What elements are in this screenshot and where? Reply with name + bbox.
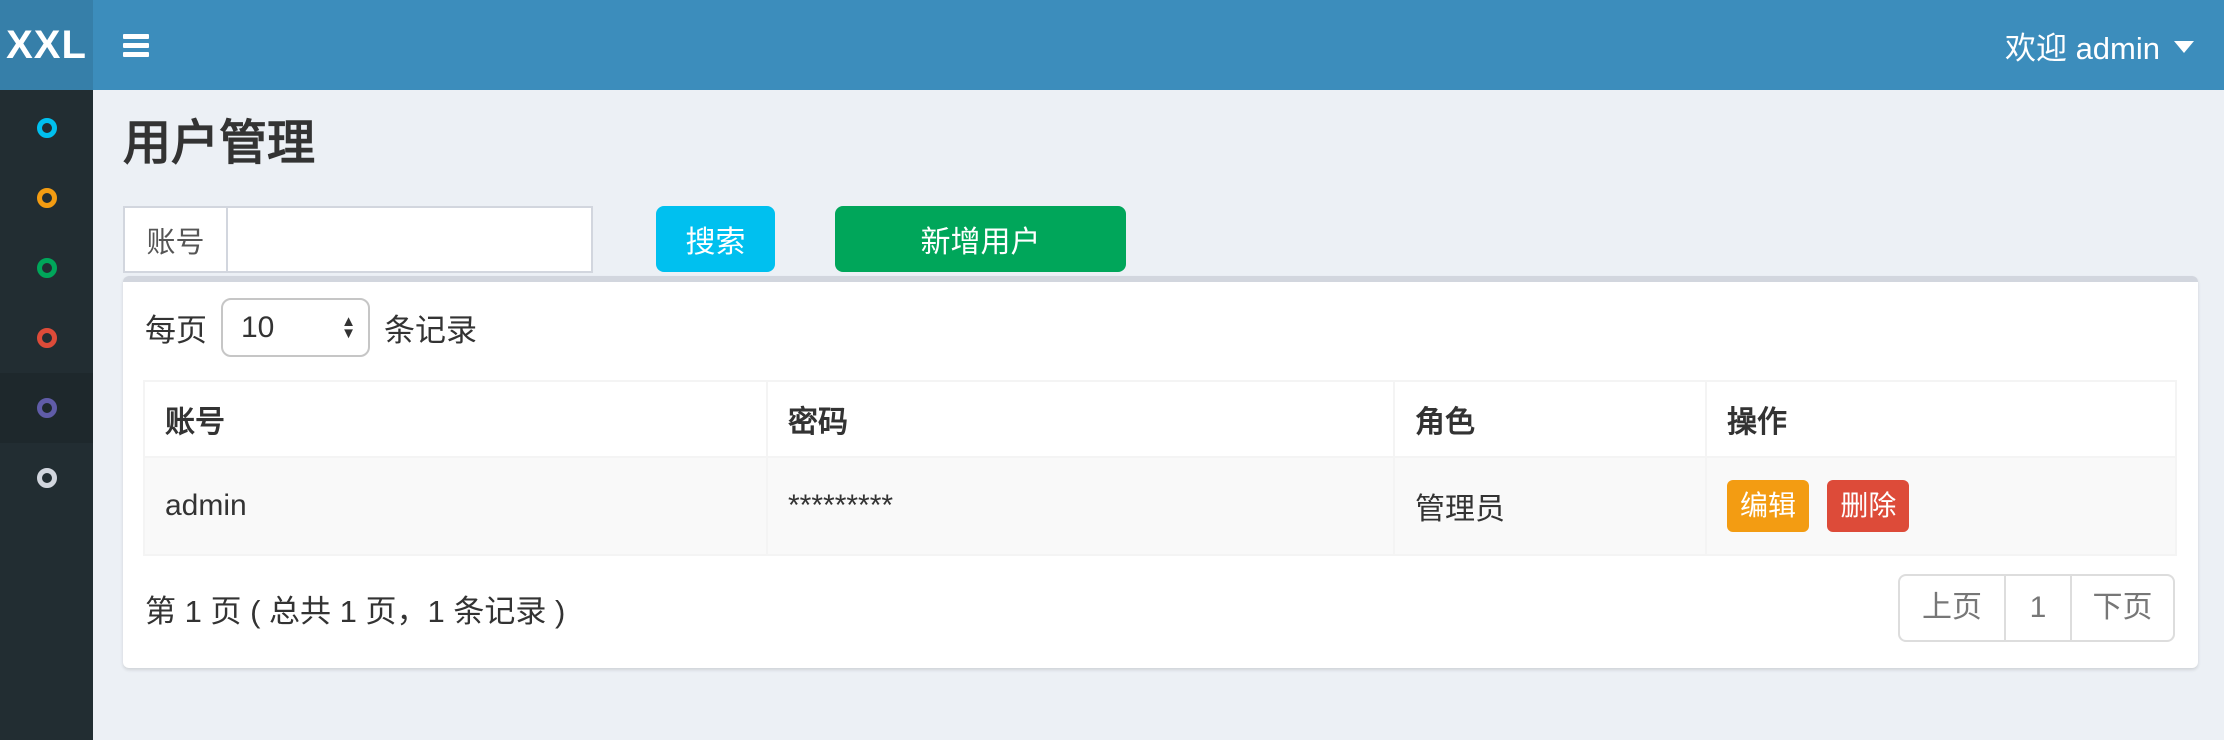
column-header-actions: 操作: [1706, 381, 2176, 457]
circle-o-icon: [37, 188, 57, 208]
page-title: 用户管理: [123, 118, 2224, 170]
users-table: 账号 密码 角色 操作 admin ********* 管理员 编辑 删除: [143, 380, 2177, 556]
search-button[interactable]: 搜索: [656, 206, 775, 272]
records-label: 条记录: [384, 305, 477, 350]
cell-account: admin: [144, 457, 767, 555]
sidebar-item-4[interactable]: [0, 303, 93, 373]
search-toolbar: 账号 搜索 新增用户: [123, 206, 2198, 273]
pagination-summary: 第 1 页 ( 总共 1 页，1 条记录 ): [145, 586, 565, 631]
user-list-panel: 每页 10 ▲▼ 条记录 账号 密码 角色 操作 admin *********: [123, 276, 2198, 668]
sidebar-item-2[interactable]: [0, 163, 93, 233]
content-area: 用户管理 账号 搜索 新增用户 每页 10 ▲▼ 条记录 账号 密码 角色 操作: [93, 90, 2224, 740]
table-footer: 第 1 页 ( 总共 1 页，1 条记录 ) 上页 1 下页: [143, 574, 2175, 642]
add-user-button[interactable]: 新增用户: [835, 206, 1126, 272]
cell-password: *********: [767, 457, 1394, 555]
pagination-next-button[interactable]: 下页: [2070, 574, 2175, 642]
per-page-label: 每页: [145, 305, 207, 350]
sidebar-item-6[interactable]: [0, 443, 93, 513]
hamburger-bar: [123, 34, 149, 39]
circle-o-icon: [37, 118, 57, 138]
user-dropdown[interactable]: 欢迎 admin: [2005, 23, 2194, 68]
circle-o-icon: [37, 258, 57, 278]
hamburger-bar: [123, 52, 149, 57]
column-header-password: 密码: [767, 381, 1394, 457]
pagination-prev-button[interactable]: 上页: [1898, 574, 2006, 642]
delete-button[interactable]: 删除: [1827, 480, 1909, 532]
table-row: admin ********* 管理员 编辑 删除: [144, 457, 2176, 555]
edit-button[interactable]: 编辑: [1727, 480, 1809, 532]
account-search-input[interactable]: [228, 206, 593, 273]
cell-actions: 编辑 删除: [1706, 457, 2176, 555]
caret-down-icon: [2174, 41, 2194, 53]
top-navbar: XXL 欢迎 admin: [0, 0, 2224, 90]
sidebar-item-5-active[interactable]: [0, 373, 93, 443]
circle-o-icon: [37, 328, 57, 348]
per-page-value: 10: [241, 311, 341, 345]
sidebar-item-1[interactable]: [0, 93, 93, 163]
user-greeting: 欢迎 admin: [2005, 23, 2160, 68]
hamburger-bar: [123, 43, 149, 48]
column-header-role: 角色: [1394, 381, 1706, 457]
cell-role: 管理员: [1394, 457, 1706, 555]
app-logo[interactable]: XXL: [0, 0, 93, 90]
table-header-row: 账号 密码 角色 操作: [144, 381, 2176, 457]
sidebar-toggle-hamburger-icon[interactable]: [123, 30, 149, 61]
column-header-account: 账号: [144, 381, 767, 457]
pagination: 上页 1 下页: [1898, 574, 2175, 642]
per-page-select[interactable]: 10 ▲▼: [221, 298, 370, 357]
sidebar: [0, 90, 93, 740]
pagination-current-page[interactable]: 1: [2004, 574, 2072, 642]
account-input-group: 账号: [123, 206, 593, 273]
circle-o-icon: [37, 398, 57, 418]
account-label: 账号: [123, 206, 228, 273]
page-length-control: 每页 10 ▲▼ 条记录: [145, 298, 2175, 357]
circle-o-icon: [37, 468, 57, 488]
sidebar-item-3[interactable]: [0, 233, 93, 303]
select-spinner-arrows-icon: ▲▼: [341, 316, 356, 339]
